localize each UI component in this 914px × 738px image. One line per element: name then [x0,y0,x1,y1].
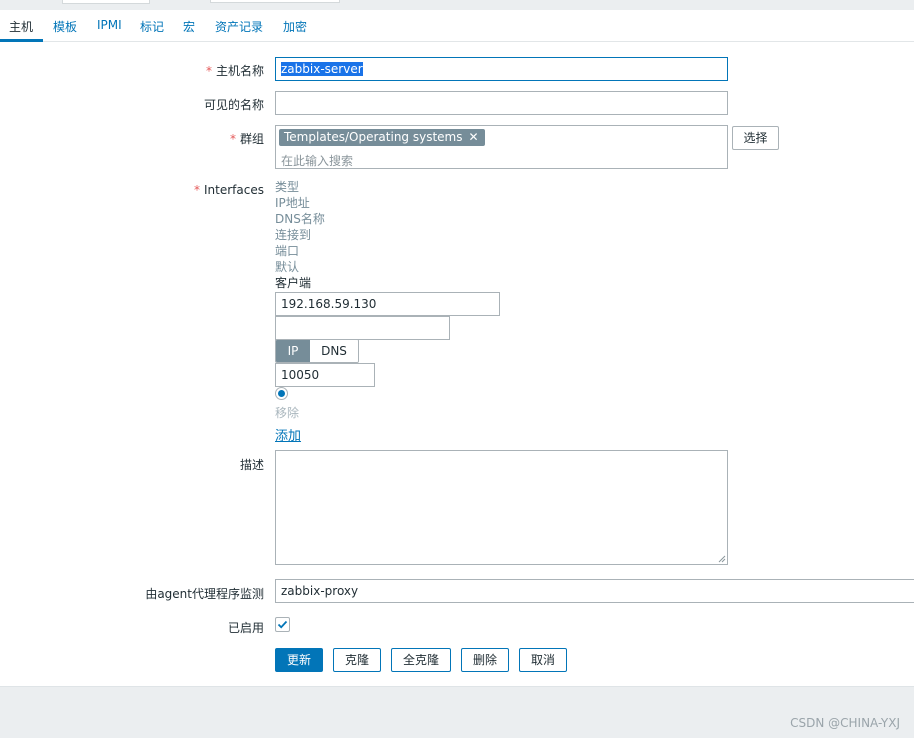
proxy-select[interactable]: zabbix-proxy [275,579,914,603]
host-name-input[interactable]: zabbix-server [275,57,728,81]
full-clone-button[interactable]: 全克隆 [391,648,451,672]
visible-name-label: 可见的名称 [203,98,264,112]
interfaces-label: * Interfaces [194,183,264,197]
tab-bar: 主机 模板 IPMI 标记 宏 资产记录 加密 [0,10,914,42]
host-name-label: * 主机名称 [205,64,264,78]
cancel-button[interactable]: 取消 [519,648,567,672]
remove-interface-link[interactable]: 移除 [275,404,299,421]
remove-chip-icon[interactable]: ✕ [469,130,479,144]
tab-encryption[interactable]: 加密 [283,18,307,35]
default-interface-radio[interactable] [275,387,288,400]
top-strip [0,0,914,10]
interface-col-dns: DNS名称 [275,212,325,226]
tab-inventory[interactable]: 资产记录 [215,18,263,35]
enabled-checkbox[interactable] [275,617,290,632]
interface-col-connect: 连接到 [275,228,312,242]
tab-macros[interactable]: 宏 [183,18,195,35]
groups-label: * 群组 [229,132,264,146]
interface-type-agent: 客户端 [275,276,312,290]
interface-port-input[interactable] [275,363,375,387]
interface-col-default: 默认 [275,260,300,274]
interface-col-ip: IP地址 [275,196,310,210]
top-strip-block [210,0,340,3]
tab-ipmi[interactable]: IPMI [97,18,122,32]
required-asterisk: * [229,132,236,146]
connect-dns-option[interactable]: DNS [310,340,358,362]
check-icon [277,620,288,629]
top-strip-block [62,0,150,4]
description-label: 描述 [239,458,264,472]
update-button[interactable]: 更新 [275,648,323,672]
delete-button[interactable]: 删除 [461,648,509,672]
description-textarea[interactable] [275,450,728,565]
resize-grip-icon[interactable] [718,555,726,563]
interface-dns-input[interactable] [275,316,450,340]
clone-button[interactable]: 克隆 [333,648,381,672]
interface-ip-input[interactable] [275,292,500,316]
tab-templates[interactable]: 模板 [53,18,77,35]
active-tab-indicator [0,39,43,42]
add-interface-link[interactable]: 添加 [275,425,301,444]
interface-col-port: 端口 [275,244,300,258]
interface-col-type: 类型 [275,180,300,194]
tab-tags[interactable]: 标记 [140,18,164,35]
group-chip: Templates/Operating systems ✕ [279,129,485,146]
proxy-select-value: zabbix-proxy [281,584,359,598]
groups-search-placeholder[interactable]: 在此输入搜索 [281,152,353,169]
required-asterisk: * [205,64,212,78]
visible-name-input[interactable] [275,91,728,115]
watermark: CSDN @CHINA-YXJ [790,716,900,730]
connect-to-toggle: IP DNS [275,339,359,363]
proxy-label: 由agent代理程序监测 [145,587,264,601]
page-footer: CSDN @CHINA-YXJ [0,686,914,738]
enabled-label: 已启用 [227,621,264,635]
groups-multiselect[interactable]: Templates/Operating systems ✕ 在此输入搜索 [275,125,728,169]
connect-ip-option[interactable]: IP [276,340,310,362]
group-chip-label: Templates/Operating systems [284,130,463,144]
tab-host[interactable]: 主机 [9,18,33,35]
required-asterisk: * [194,183,201,197]
host-name-value: zabbix-server [281,62,363,76]
select-groups-button[interactable]: 选择 [732,126,779,150]
